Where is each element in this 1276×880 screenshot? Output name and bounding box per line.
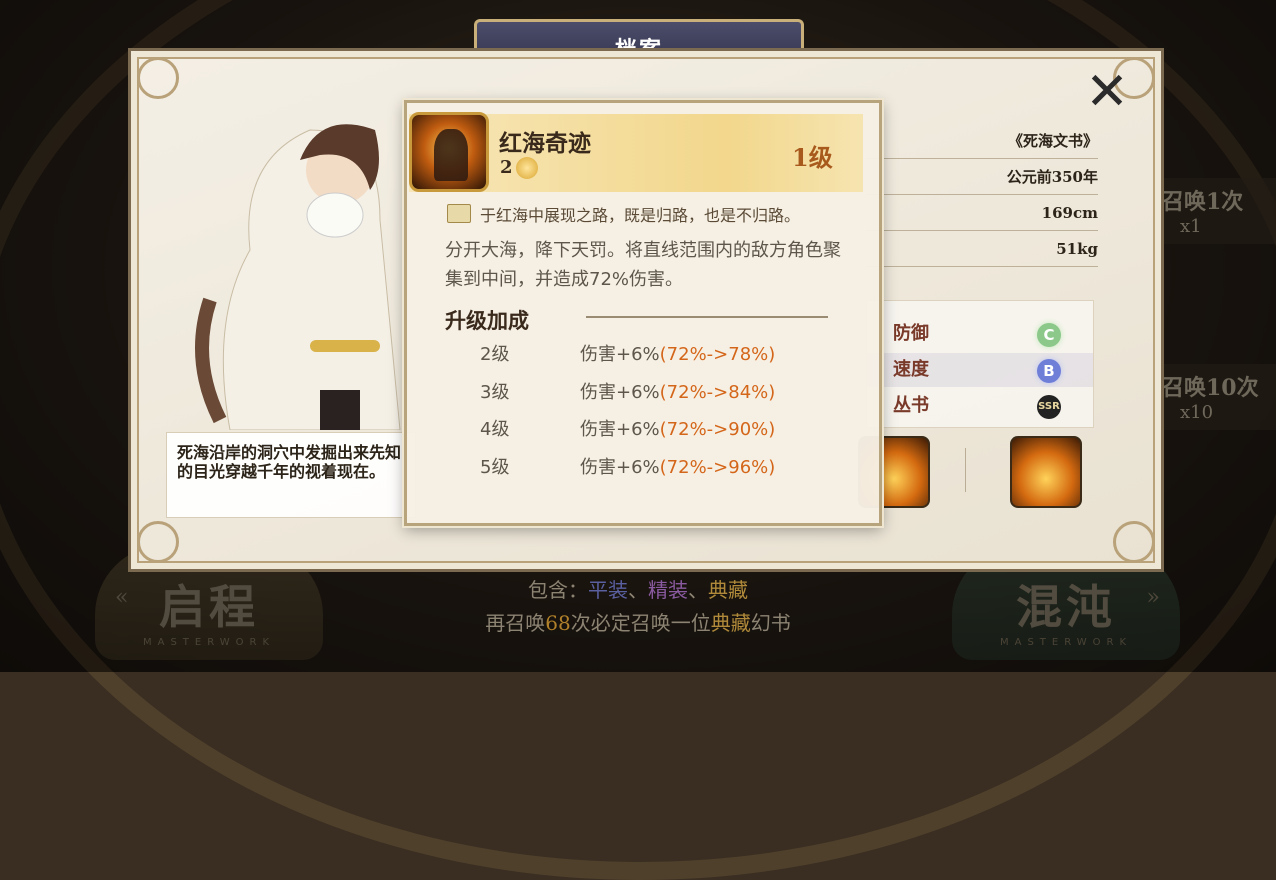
upgrade-level: 4级 <box>480 419 510 440</box>
upgrade-row: 3级 伤害+6%(72%->84%) <box>480 378 775 404</box>
stat-defense: 防御 C <box>867 317 1093 351</box>
upgrade-level: 3级 <box>480 382 510 403</box>
info-weight: 51kg <box>866 232 1098 267</box>
upgrade-change: (72%->84%) <box>659 382 776 403</box>
upgrade-text: 伤害+6% <box>580 382 660 403</box>
pool-type-pingzhuang: 平装 <box>588 578 628 602</box>
upgrade-change: (72%->96%) <box>659 457 776 478</box>
skill-quote: 于红海中展现之路，既是归路，也是不归路。 <box>480 206 801 225</box>
corner-ornament <box>1113 521 1155 563</box>
pool-contents: 包含：平装、精装、典藏 <box>0 574 1276 603</box>
upgrade-level: 2级 <box>480 344 510 365</box>
stat-series-grade: SSR <box>1037 395 1061 419</box>
upgrade-row: 2级 伤害+6%(72%->78%) <box>480 340 775 366</box>
pool-type-jingzhuang: 精装 <box>648 578 688 602</box>
pool-sep: 、 <box>688 578 708 602</box>
pool-prefix: 包含： <box>528 578 588 602</box>
info-height: 169cm <box>866 196 1098 231</box>
stat-series-label: 丛书 <box>893 395 929 416</box>
pity-b: 次必定召唤一位 <box>570 611 711 635</box>
skill-description: 分开大海，降下天罚。将直线范围内的敌方角色聚集到中间，并造成72%伤害。 <box>445 240 841 290</box>
stat-series: 丛书 SSR <box>867 389 1093 423</box>
corner-ornament <box>137 521 179 563</box>
character-caption: 死海沿岸的洞穴中发掘出来先知的目光穿越千年的视着现在。 <box>166 432 416 518</box>
pity-rarity: 典藏 <box>710 611 751 635</box>
stat-speed-grade: B <box>1037 359 1061 383</box>
info-source: 《死海文书》 <box>866 124 1098 159</box>
info-era: 公元前350年 <box>866 160 1098 195</box>
upgrade-row: 5级 伤害+6%(72%->96%) <box>480 453 775 479</box>
stat-defense-grade: C <box>1037 323 1061 347</box>
upgrade-text: 伤害+6% <box>580 457 660 478</box>
character-portrait <box>195 124 401 430</box>
skill-level: 1级 <box>792 143 833 172</box>
stat-speed-label: 速度 <box>893 359 929 380</box>
pity-c: 幻书 <box>750 611 791 635</box>
upgrade-text: 伤害+6% <box>580 344 660 365</box>
corner-ornament <box>137 57 179 99</box>
pity-count: 68 <box>545 611 571 635</box>
stat-box: 防御 C 速度 B 丛书 SSR <box>866 300 1094 428</box>
coin-icon <box>516 157 538 179</box>
stat-defense-label: 防御 <box>893 323 929 344</box>
close-icon[interactable]: ✕ <box>1083 66 1131 118</box>
upgrade-level: 5级 <box>480 457 510 478</box>
upgrade-change: (72%->78%) <box>659 344 776 365</box>
stat-speed: 速度 B <box>867 353 1093 387</box>
upgrade-change: (72%->90%) <box>659 419 776 440</box>
upgrade-text: 伤害+6% <box>580 419 660 440</box>
pity-a: 再召唤 <box>485 611 546 635</box>
upgrade-row: 4级 伤害+6%(72%->90%) <box>480 415 775 441</box>
pity-text: 再召唤68次必定召唤一位典藏幻书 <box>0 607 1276 636</box>
skill-portrait-icon <box>409 112 489 192</box>
pool-sep: 、 <box>628 578 648 602</box>
divider <box>965 448 966 492</box>
pool-type-diancang: 典藏 <box>708 578 748 602</box>
book-icon <box>447 204 471 223</box>
skill-icon-2[interactable] <box>1010 436 1082 508</box>
divider <box>586 316 828 318</box>
skill-name: 红海奇迹 <box>499 130 591 157</box>
upgrade-title: 升级加成 <box>445 308 529 333</box>
skill-cost: 2 <box>500 157 513 178</box>
